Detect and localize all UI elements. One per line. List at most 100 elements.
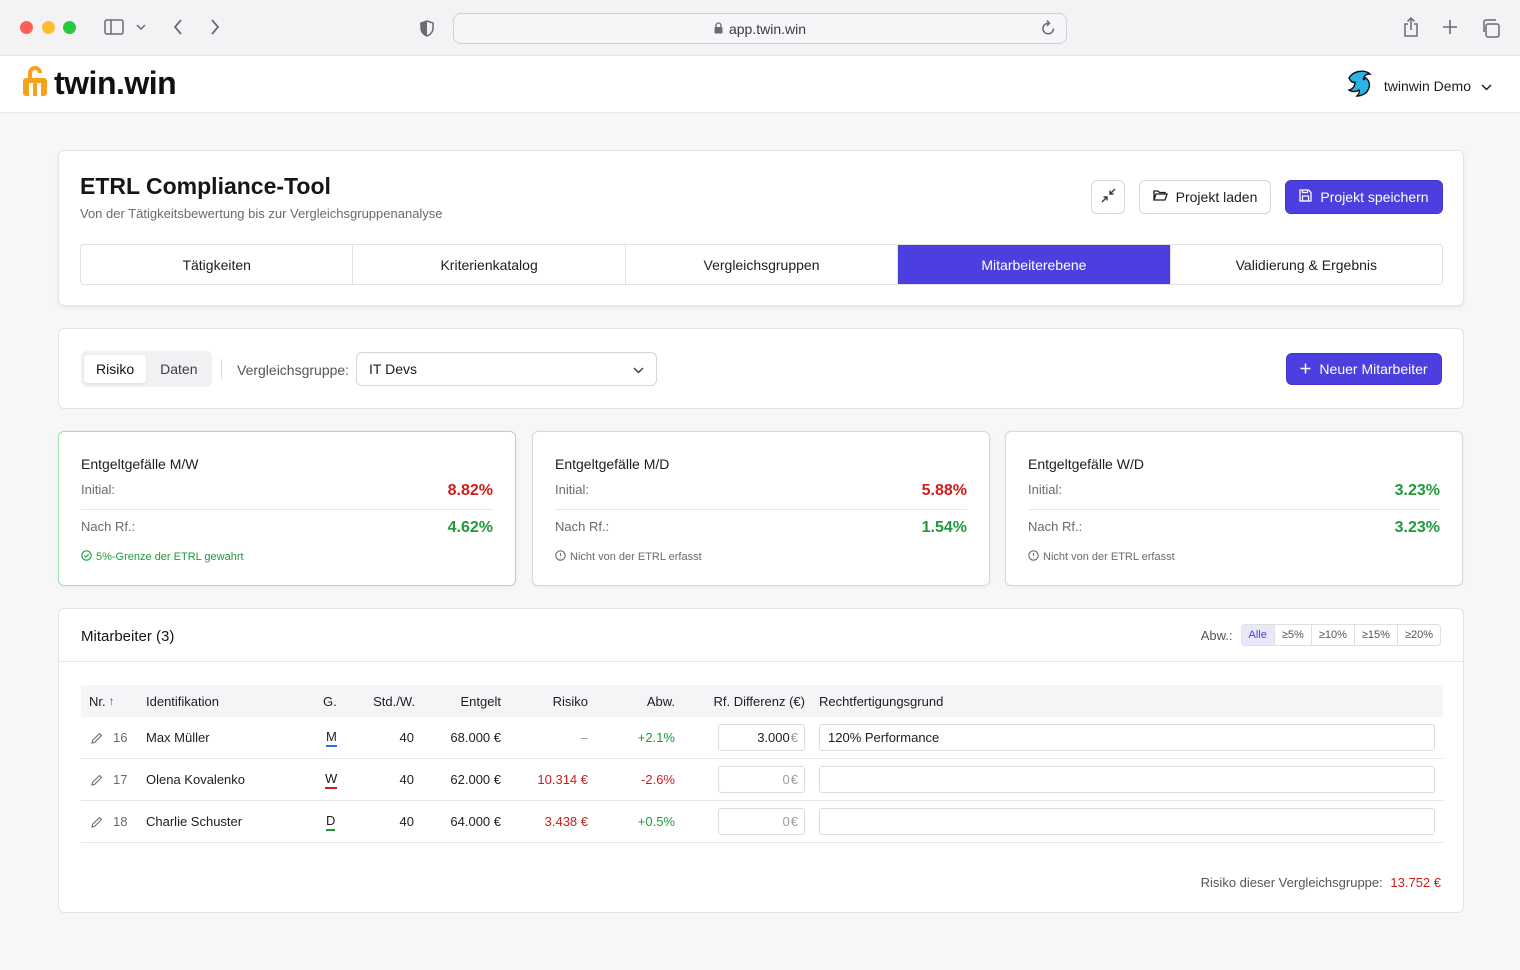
user-name: twinwin Demo [1383,77,1471,94]
group-label: Vergleichsgruppe: [237,362,350,378]
logo-icon [22,64,48,103]
user-menu[interactable]: twinwin Demo [1346,68,1492,103]
kpi-initial-label: Initial: [555,482,589,497]
edit-icon[interactable] [91,759,103,800]
chevron-down-icon [633,361,644,377]
sort-arrow-icon: ↑ [108,694,115,708]
share-icon[interactable] [1401,15,1421,39]
shield-icon[interactable] [418,18,436,38]
tab-kriterienkatalog[interactable]: Kriterienkatalog [353,245,626,284]
tab-mitarbeiterebene[interactable]: Mitarbeiterebene [898,245,1171,284]
kpi-note-text: Nicht von der ETRL erfasst [570,551,702,563]
chevron-down-icon [1481,78,1492,94]
close-window-button[interactable] [20,21,33,34]
kpi-card-mw: Entgeltgefälle M/W Initial: 8.82% Nach R… [58,431,516,586]
chevron-down-icon[interactable] [134,20,148,34]
table-row: 16 Max Müller M 40 68.000 € – +2.1% 3.00… [81,717,1443,759]
reason-input[interactable]: 120% Performance [819,724,1435,751]
tab-vergleichsgruppen[interactable]: Vergleichsgruppen [626,245,899,284]
row-nr: 16 [113,730,128,745]
kpi-after-label: Nach Rf.: [1028,519,1083,534]
col-hours: Std./W. [373,693,415,709]
kpi-after-label: Nach Rf.: [555,519,610,534]
address-bar[interactable]: app.twin.win [453,13,1067,44]
row-nr: 18 [113,814,128,829]
reason-input[interactable] [819,766,1435,793]
filter-10[interactable]: ≥10% [1312,625,1355,645]
row-gender: W [325,759,338,800]
employees-header: Mitarbeiter (3) Abw.: Alle ≥5% ≥10% ≥15%… [59,609,1463,662]
kpi-initial-value: 5.88% [921,482,967,499]
save-icon [1299,189,1313,205]
kpi-note: Nicht von der ETRL erfasst [1028,550,1175,564]
edit-icon[interactable] [91,717,103,758]
logo[interactable]: twin.win [22,64,177,103]
employees-title: Mitarbeiter (3) [81,628,175,645]
sidebar-toggle-icon[interactable] [103,18,125,36]
folder-open-icon [1152,189,1168,205]
group-select[interactable]: IT Devs [356,352,657,386]
back-icon[interactable] [170,17,186,37]
kpi-after-value: 3.23% [1394,519,1440,536]
toggle-risiko[interactable]: Risiko [84,355,147,383]
browser-chrome: app.twin.win [0,0,1520,56]
minimize-window-button[interactable] [42,21,55,34]
reason-input[interactable] [819,808,1435,835]
new-employee-button[interactable]: Neuer Mitarbeiter [1286,353,1442,385]
collapse-icon [1101,188,1116,206]
row-gender: M [326,717,337,758]
load-project-button[interactable]: Projekt laden [1139,180,1271,214]
row-nr: 17 [113,772,128,787]
row-risk: 10.314 € [537,772,588,787]
filter-15[interactable]: ≥15% [1355,625,1398,645]
new-tab-icon[interactable] [1440,17,1460,37]
forward-icon[interactable] [207,17,223,37]
row-deviation: +0.5% [637,814,675,829]
rf-unit: € [790,814,798,829]
tab-validierung[interactable]: Validierung & Ergebnis [1171,245,1442,284]
kpi-after-label: Nach Rf.: [81,519,136,534]
reload-icon[interactable] [1041,19,1056,39]
tab-taetigkeiten[interactable]: Tätigkeiten [81,245,354,284]
row-pay: 68.000 € [450,730,501,745]
rf-difference-input[interactable]: 3.000 € [718,724,805,751]
zoom-window-button[interactable] [63,21,76,34]
edit-icon[interactable] [91,801,103,842]
collapse-button[interactable] [1091,180,1125,214]
filter-20[interactable]: ≥20% [1398,625,1440,645]
row-name: Olena Kovalenko [146,772,246,787]
kpi-note: Nicht von der ETRL erfasst [555,550,702,564]
rf-difference-input[interactable]: 0 € [718,808,805,835]
kpi-note: 5%-Grenze der ETRL gewahrt [81,550,244,564]
save-project-label: Projekt speichern [1320,189,1429,205]
load-project-label: Projekt laden [1175,189,1258,205]
view-toggle: Risiko Daten [81,351,213,387]
col-nr[interactable]: Nr. ↑ [89,685,115,717]
save-project-button[interactable]: Projekt speichern [1285,180,1443,214]
col-deviation: Abw. [646,693,675,709]
toggle-daten[interactable]: Daten [148,355,209,383]
new-employee-label: Neuer Mitarbeiter [1319,361,1428,377]
divider [1028,509,1440,510]
deviation-filter: Abw.: Alle ≥5% ≥10% ≥15% ≥20% [1201,624,1441,646]
kpi-after-value: 4.62% [447,519,493,536]
check-circle-icon [81,550,92,564]
col-pay: Entgelt [460,693,501,709]
filter-all[interactable]: Alle [1241,625,1275,645]
rf-difference-input[interactable]: 0 € [718,766,805,793]
col-risk: Risiko [552,693,588,709]
employees-card: Mitarbeiter (3) Abw.: Alle ≥5% ≥10% ≥15%… [58,608,1464,913]
lock-icon [714,21,723,37]
col-nr-label: Nr. [89,693,106,709]
tab-overview-icon[interactable] [1479,17,1501,39]
kpi-title: Entgeltgefälle M/D [555,456,670,472]
rf-unit: € [790,730,798,745]
filter-5[interactable]: ≥5% [1275,625,1312,645]
table-header: Nr. ↑ Identifikation G. Std./W. Entgelt … [81,685,1443,717]
row-pay: 64.000 € [450,814,501,829]
gender-badge: M [326,729,337,747]
kpi-card-md: Entgeltgefälle M/D Initial: 5.88% Nach R… [532,431,990,586]
url-text: app.twin.win [728,20,807,37]
row-name: Max Müller [146,730,210,745]
row-hours: 40 [399,814,414,829]
